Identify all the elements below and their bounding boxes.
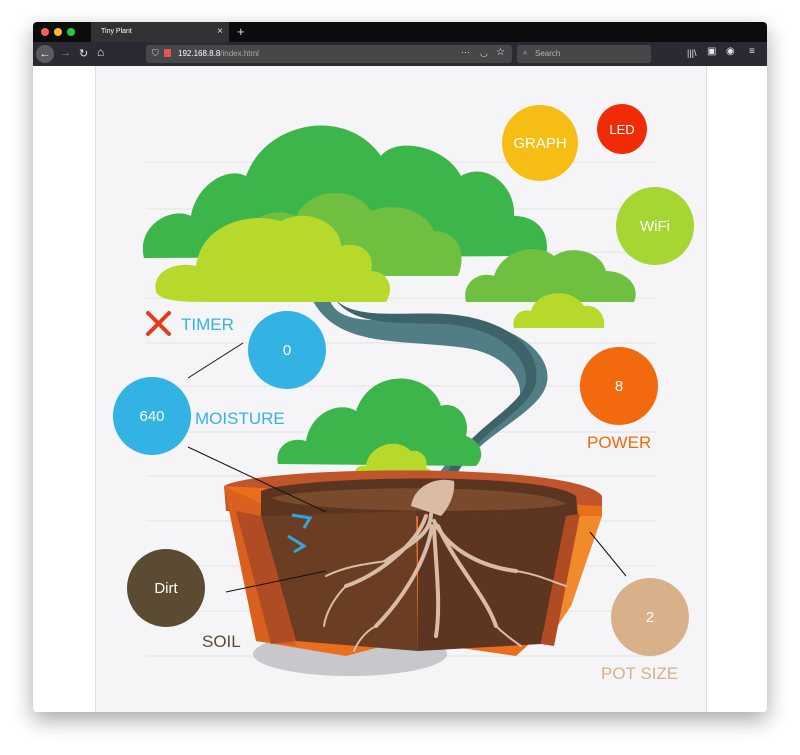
pot-size-label: POT SIZE <box>601 664 679 683</box>
timer-value[interactable]: 0 <box>248 311 326 389</box>
search-box[interactable]: ⌕ Search <box>517 45 651 63</box>
moisture-value[interactable]: 640 <box>113 377 191 455</box>
search-placeholder: Search <box>535 49 561 58</box>
reload-button[interactable]: ↻ <box>79 47 88 60</box>
plant-panel: GRAPH LED WiFi 0 640 8 Dirt 2 TIMER MOIS… <box>95 66 707 712</box>
sidebar-icon[interactable]: ▣ <box>707 46 716 57</box>
insecure-lock-icon[interactable] <box>164 49 171 57</box>
close-window-button[interactable] <box>41 28 49 36</box>
search-icon: ⌕ <box>523 48 528 57</box>
account-icon[interactable]: ◉ <box>726 46 735 57</box>
back-button[interactable]: ← <box>36 45 54 63</box>
pot-size-value[interactable]: 2 <box>611 578 689 656</box>
browser-window: Tiny Plant × + ← → ↻ ⌂ ⛉ 192.168.8.8/ind… <box>33 22 767 712</box>
tab-tiny-plant[interactable]: Tiny Plant × <box>91 22 229 42</box>
new-tab-button[interactable]: + <box>237 24 245 39</box>
page-actions-icon[interactable]: ··· <box>461 47 470 57</box>
canopy-right <box>465 248 636 328</box>
url-text: 192.168.8.8/index.html <box>178 49 259 58</box>
moisture-label: MOISTURE <box>195 409 285 428</box>
pocket-icon[interactable]: ◡ <box>480 48 488 59</box>
nav-bar: ← → ↻ ⌂ ⛉ 192.168.8.8/index.html ··· ◡ ☆… <box>33 42 767 66</box>
tab-close-icon[interactable]: × <box>217 26 223 37</box>
url-bar[interactable]: ⛉ 192.168.8.8/index.html ··· ◡ ☆ <box>146 45 512 63</box>
forward-button[interactable]: → <box>60 47 71 59</box>
url-path: /index.html <box>220 49 259 58</box>
soil-value[interactable]: Dirt <box>127 549 205 627</box>
page-content: GRAPH LED WiFi 0 640 8 Dirt 2 TIMER MOIS… <box>33 66 767 712</box>
power-label: POWER <box>587 433 652 452</box>
shield-icon[interactable]: ⛉ <box>152 48 159 59</box>
menu-icon[interactable]: ≡ <box>749 46 755 57</box>
timer-label: TIMER <box>181 315 234 334</box>
home-button[interactable]: ⌂ <box>97 45 104 59</box>
zoom-window-button[interactable] <box>67 28 75 36</box>
bookmark-star-icon[interactable]: ☆ <box>496 47 505 58</box>
power-value[interactable]: 8 <box>580 347 658 425</box>
timer-x-icon[interactable] <box>146 311 171 336</box>
graph-button[interactable]: GRAPH <box>502 105 578 181</box>
library-icon[interactable]: |||\ <box>687 48 697 58</box>
tab-bar: Tiny Plant × + <box>33 22 767 42</box>
wifi-button[interactable]: WiFi <box>616 187 694 265</box>
flower-pot <box>224 470 602 656</box>
url-host: 192.168.8.8 <box>178 49 221 58</box>
minimize-window-button[interactable] <box>54 28 62 36</box>
led-button[interactable]: LED <box>597 104 647 154</box>
soil-label: SOIL <box>202 632 241 651</box>
tab-title: Tiny Plant <box>101 28 132 35</box>
